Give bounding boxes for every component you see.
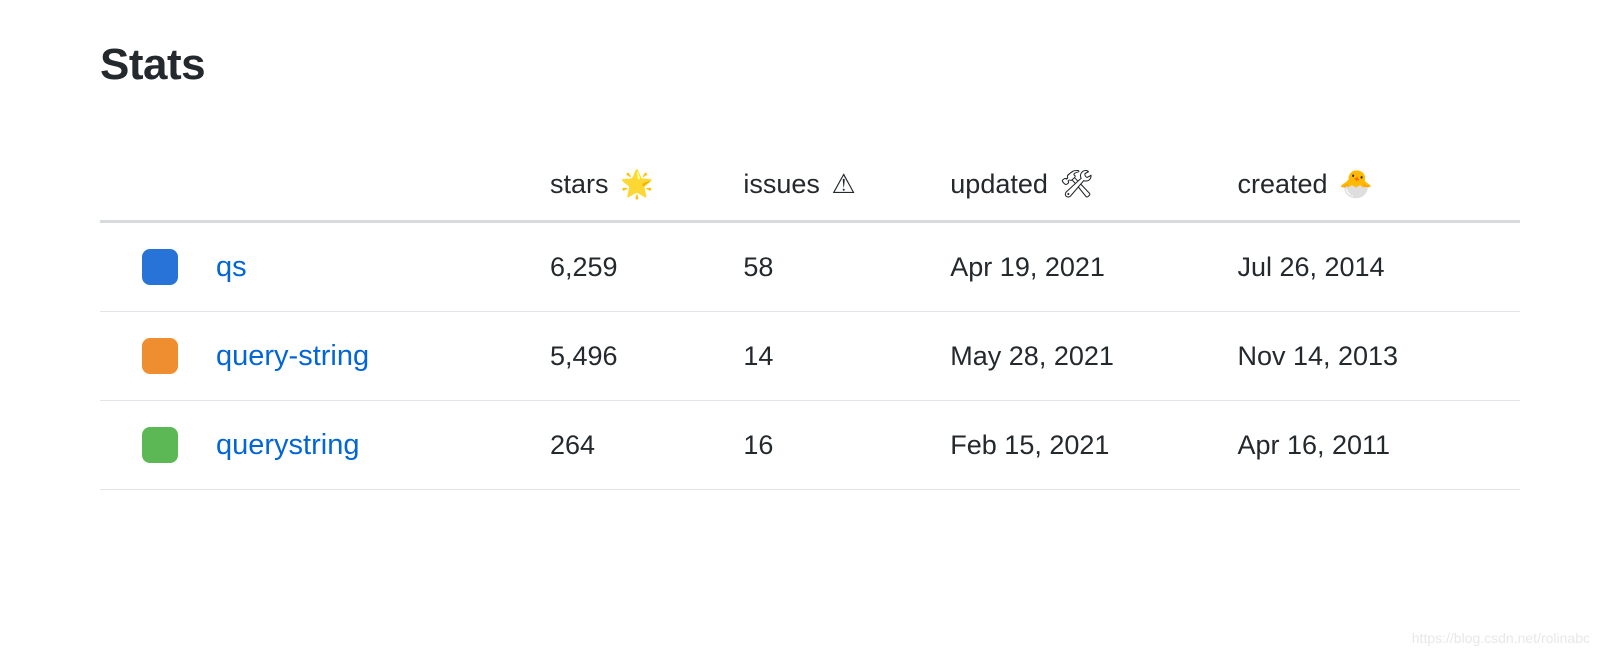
package-link[interactable]: qs — [216, 251, 247, 284]
created-cell: Apr 16, 2011 — [1237, 401, 1520, 490]
header-issues[interactable]: issues ⚠ — [743, 150, 950, 222]
header-package — [100, 150, 550, 222]
created-cell: Nov 14, 2013 — [1237, 312, 1520, 401]
table-row: qs 6,259 58 Apr 19, 2021 Jul 26, 2014 — [100, 222, 1520, 312]
created-cell: Jul 26, 2014 — [1237, 222, 1520, 312]
warning-icon: ⚠ — [831, 169, 855, 199]
package-link[interactable]: querystring — [216, 429, 359, 462]
table-row: query-string 5,496 14 May 28, 2021 Nov 1… — [100, 312, 1520, 401]
color-swatch — [142, 427, 178, 463]
stats-table: stars 🌟 issues ⚠ updated 🛠 created 🐣 qs — [100, 150, 1520, 490]
issues-cell: 16 — [743, 401, 950, 490]
tools-icon: 🛠 — [1059, 169, 1093, 199]
updated-cell: Feb 15, 2021 — [950, 401, 1237, 490]
package-cell: query-string — [100, 312, 550, 401]
updated-cell: May 28, 2021 — [950, 312, 1237, 401]
header-created-label: created — [1237, 169, 1327, 199]
updated-cell: Apr 19, 2021 — [950, 222, 1237, 312]
table-header-row: stars 🌟 issues ⚠ updated 🛠 created 🐣 — [100, 150, 1520, 222]
header-issues-label: issues — [743, 169, 820, 199]
color-swatch — [142, 338, 178, 374]
table-row: querystring 264 16 Feb 15, 2021 Apr 16, … — [100, 401, 1520, 490]
watermark: https://blog.csdn.net/rolinabc — [1412, 630, 1590, 646]
page-title: Stats — [100, 40, 1520, 90]
header-created[interactable]: created 🐣 — [1237, 150, 1520, 222]
package-cell: qs — [100, 222, 550, 312]
header-stars-label: stars — [550, 169, 609, 199]
package-link[interactable]: query-string — [216, 340, 369, 373]
star-icon: 🌟 — [620, 169, 654, 199]
issues-cell: 14 — [743, 312, 950, 401]
package-cell: querystring — [100, 401, 550, 490]
issues-cell: 58 — [743, 222, 950, 312]
color-swatch — [142, 249, 178, 285]
table-body: qs 6,259 58 Apr 19, 2021 Jul 26, 2014 qu… — [100, 222, 1520, 490]
stars-cell: 5,496 — [550, 312, 743, 401]
header-updated[interactable]: updated 🛠 — [950, 150, 1237, 222]
header-updated-label: updated — [950, 169, 1048, 199]
header-stars[interactable]: stars 🌟 — [550, 150, 743, 222]
hatching-chick-icon: 🐣 — [1339, 169, 1373, 199]
stars-cell: 264 — [550, 401, 743, 490]
stars-cell: 6,259 — [550, 222, 743, 312]
